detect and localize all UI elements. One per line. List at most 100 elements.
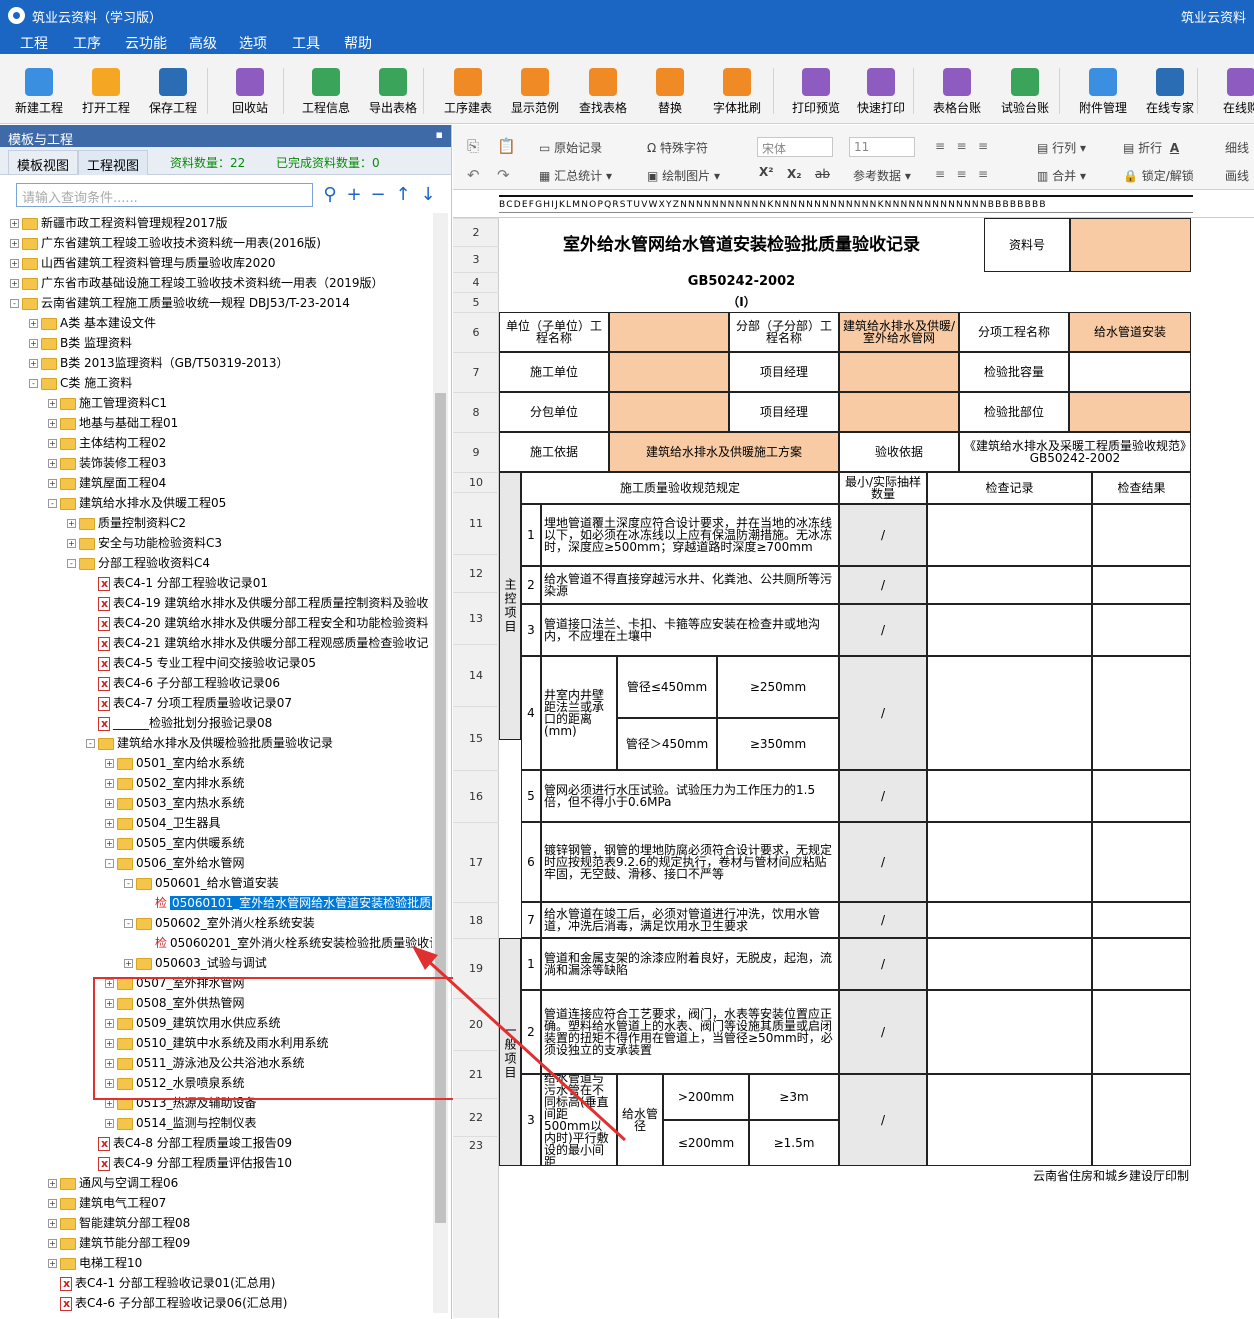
- row-number[interactable]: 21: [453, 1050, 499, 1098]
- tree-scrollbar[interactable]: [433, 213, 448, 1313]
- row-col-button[interactable]: ▤ 行列 ▾: [1037, 139, 1086, 156]
- m2-no[interactable]: 2: [521, 566, 541, 604]
- tree-node[interactable]: - 050601_给水管道安装: [124, 873, 279, 893]
- check-cell[interactable]: [927, 504, 1092, 566]
- subcontract-label[interactable]: 分包单位: [499, 392, 609, 432]
- tree-node[interactable]: 表C4-19 建筑给水排水及供暖分部工程质量控制资料及验收: [86, 593, 428, 614]
- toolbar-button-5[interactable]: 导出表格: [357, 68, 429, 116]
- g3-no[interactable]: 3: [521, 1074, 541, 1166]
- expand-icon[interactable]: +: [105, 759, 114, 768]
- tree-node[interactable]: 表C4-1 分部工程验收记录01(汇总用): [48, 1273, 275, 1294]
- tree-node[interactable]: + 建筑节能分部工程09: [48, 1233, 190, 1253]
- expand-icon[interactable]: +: [10, 219, 19, 228]
- tree-node[interactable]: +050603_试验与调试: [124, 953, 267, 973]
- result-cell[interactable]: [1092, 902, 1191, 938]
- expand-icon[interactable]: +: [48, 459, 57, 468]
- result-cell[interactable]: [1092, 656, 1191, 770]
- main-items-label[interactable]: 主控项目: [499, 472, 521, 740]
- tree-node[interactable]: + B类 2013监理资料（GB/T50319-2013）: [29, 353, 289, 373]
- row-number[interactable]: 23: [453, 1136, 499, 1154]
- toolbar-button-10[interactable]: 字体批刷: [701, 68, 773, 116]
- tree-node[interactable]: - 050602_室外消火栓系统安装: [124, 913, 315, 933]
- sample-cell[interactable]: /: [839, 770, 927, 822]
- check-cell[interactable]: [927, 770, 1092, 822]
- row-number[interactable]: 8: [453, 392, 499, 432]
- sample-cell[interactable]: /: [839, 1074, 927, 1166]
- align-left-icon[interactable]: ≡ ≡ ≡: [935, 167, 988, 181]
- menu-help[interactable]: 帮助: [344, 33, 372, 53]
- toolbar-button-12[interactable]: 快速打印: [845, 68, 917, 116]
- item-value[interactable]: 给水管道安装: [1069, 312, 1191, 352]
- thin-line-button[interactable]: 细线: [1225, 139, 1249, 156]
- expand-icon[interactable]: +: [105, 779, 114, 788]
- row-number[interactable]: 13: [453, 592, 499, 644]
- tree-node[interactable]: - 云南省建筑工程施工质量验收统一规程 DBJ53/T-23-2014: [10, 293, 350, 313]
- toolbar-button-16[interactable]: 在线专家: [1134, 68, 1206, 116]
- check-cell[interactable]: [927, 938, 1092, 990]
- expand-icon[interactable]: +: [48, 419, 57, 428]
- expand-icon[interactable]: +: [48, 1199, 57, 1208]
- tree-node[interactable]: - 分部工程验收资料C4: [67, 553, 210, 573]
- sample-cell[interactable]: /: [839, 604, 927, 656]
- tree-node[interactable]: + 山西省建筑工程资料管理与质量验收库2020: [10, 253, 276, 273]
- sample-cell[interactable]: /: [839, 822, 927, 902]
- menu-process[interactable]: 工序: [73, 33, 101, 53]
- tree-node[interactable]: + 新疆市政工程资料管理规程2017版: [10, 213, 228, 233]
- toolbar-button-15[interactable]: 附件管理: [1067, 68, 1139, 116]
- row-number[interactable]: 10: [453, 472, 499, 492]
- tree-node[interactable]: +0505_室内供暖系统: [105, 833, 245, 853]
- check-cell[interactable]: [927, 822, 1092, 902]
- toolbar-button-4[interactable]: 工程信息: [290, 68, 362, 116]
- menu-options[interactable]: 选项: [239, 33, 267, 53]
- expand-icon[interactable]: +: [124, 959, 133, 968]
- tree-node[interactable]: 表C4-7 分项工程质量验收记录07: [86, 693, 292, 714]
- tree-node[interactable]: + 装饰装修工程03: [48, 453, 166, 473]
- m4a[interactable]: 管径≤450mm: [617, 656, 717, 718]
- sample-cell[interactable]: /: [839, 656, 927, 770]
- check-header[interactable]: 检查记录: [927, 472, 1092, 504]
- general-items-label[interactable]: 一般项目: [499, 938, 521, 1166]
- toolbar-button-6[interactable]: 工序建表: [432, 68, 504, 116]
- row-number[interactable]: 12: [453, 554, 499, 592]
- m2-text[interactable]: 给水管道不得直接穿越污水井、化粪池、公共厕所等污染源: [541, 566, 839, 604]
- part-value[interactable]: [1069, 392, 1191, 432]
- undo-icon[interactable]: ↶: [467, 166, 480, 184]
- part-label[interactable]: 检验批部位: [959, 392, 1069, 432]
- expand-icon[interactable]: +: [48, 399, 57, 408]
- g3-sub[interactable]: 给水管径: [617, 1074, 663, 1166]
- expand-icon[interactable]: +: [105, 799, 114, 808]
- capacity-value[interactable]: [1069, 352, 1191, 392]
- expand-icon[interactable]: +: [105, 839, 114, 848]
- expand-icon[interactable]: +: [48, 1179, 57, 1188]
- wrap-button[interactable]: ▤ 折行 A: [1123, 139, 1179, 156]
- toolbar-button-2[interactable]: 保存工程: [137, 68, 209, 116]
- g3b[interactable]: ≤200mm: [663, 1120, 749, 1166]
- tree-node[interactable]: 检 05060201_室外消火栓系统安装检验批质量验收记: [143, 933, 432, 953]
- strikethrough-button[interactable]: ab: [815, 167, 830, 181]
- g3a-value[interactable]: ≥3m: [749, 1074, 839, 1120]
- paste-icon[interactable]: 📋: [497, 137, 516, 155]
- row-number[interactable]: 4: [453, 272, 499, 292]
- arrow-up-icon[interactable]: ↑: [392, 183, 414, 207]
- collapse-icon[interactable]: -: [67, 559, 76, 568]
- row-number[interactable]: 18: [453, 902, 499, 938]
- tab-template-view[interactable]: 模板视图: [8, 150, 79, 175]
- sub-label[interactable]: 分部（子分部）工程名称: [729, 312, 839, 352]
- result-cell[interactable]: [1092, 938, 1191, 990]
- add-icon[interactable]: +: [343, 183, 365, 207]
- m7-text[interactable]: 给水管道在竣工后，必须对管道进行冲洗，饮用水管道，冲洗后消毒，满足饮用水卫生要求: [541, 902, 839, 938]
- row-number[interactable]: 7: [453, 352, 499, 392]
- tree-node[interactable]: + 广东省建筑工程竣工验收技术资料统一用表(2016版): [10, 233, 321, 253]
- g3a[interactable]: >200mm: [663, 1074, 749, 1120]
- row-number[interactable]: 15: [453, 706, 499, 770]
- basis-label[interactable]: 施工依据: [499, 432, 609, 472]
- tree-node[interactable]: - 建筑给水排水及供暖检验批质量验收记录: [86, 733, 333, 753]
- g2-no[interactable]: 2: [521, 990, 541, 1074]
- tree-node[interactable]: 表C4-1 分部工程验收记录01: [86, 573, 268, 594]
- arrow-down-icon[interactable]: ↓: [417, 183, 439, 207]
- tree-node[interactable]: 表C4-20 建筑给水排水及供暖分部工程安全和功能检验资料: [86, 613, 428, 634]
- doc-no-value[interactable]: [1070, 218, 1191, 272]
- tree-node[interactable]: + 地基与基础工程01: [48, 413, 178, 433]
- row-number[interactable]: 9: [453, 432, 499, 472]
- toolbar-button-17[interactable]: 在线购: [1205, 68, 1254, 116]
